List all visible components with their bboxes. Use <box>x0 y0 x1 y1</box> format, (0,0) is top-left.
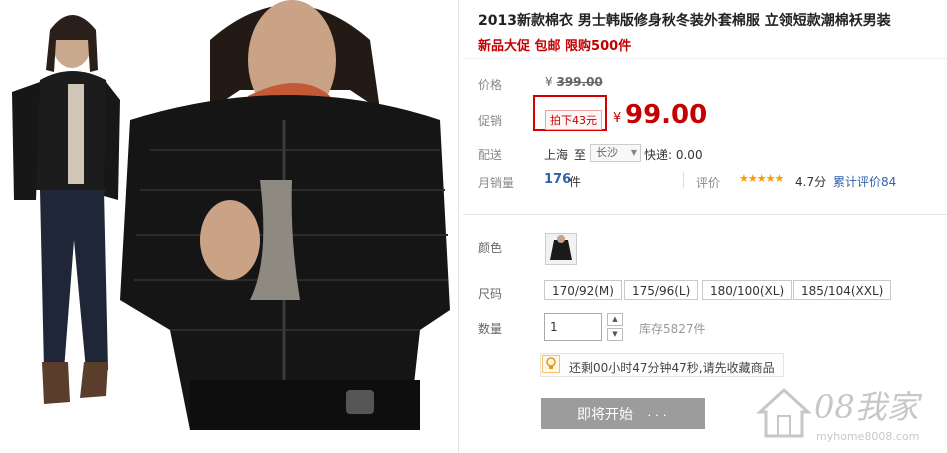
price-label: 价格 <box>478 78 503 92</box>
destination-value: 长沙 <box>596 146 618 159</box>
quantity-decrease-button[interactable]: ▼ <box>607 328 623 341</box>
size-option-m[interactable]: 170/92(M) <box>544 280 622 300</box>
coming-soon-label: 即将开始 <box>577 406 633 422</box>
shipping-label: 配送 <box>478 148 503 162</box>
jacket-model-image <box>12 0 450 430</box>
coming-soon-button[interactable]: 即将开始 ··· <box>541 398 705 429</box>
shipping-origin: 上海 <box>544 148 569 162</box>
promo-currency: ¥ <box>613 111 622 126</box>
color-label: 颜色 <box>478 241 503 255</box>
size-option-xxl[interactable]: 185/104(XXL) <box>793 280 892 300</box>
promo-label: 促销 <box>478 114 503 128</box>
lightbulb-icon <box>542 355 560 373</box>
sales-label: 月销量 <box>478 176 515 190</box>
reviews-link-text[interactable]: 累计评价84 <box>833 175 896 189</box>
side-model-figure <box>12 15 120 404</box>
color-swatch-black[interactable] <box>545 233 577 265</box>
shipping-to: 至 <box>574 148 587 162</box>
countdown-text: 还剩00小时47分钟47秒,请先收藏商品 <box>569 361 775 375</box>
watermark-url: myhome8008.com <box>816 430 920 443</box>
promo-price: 99.00 <box>625 100 708 130</box>
quantity-label: 数量 <box>478 322 503 336</box>
photo-divider <box>458 0 459 453</box>
watermark-text: 08我家 <box>814 388 919 426</box>
monthly-sales-unit: 件 <box>569 175 582 189</box>
size-option-l[interactable]: 175/96(L) <box>624 280 699 300</box>
chevron-down-icon: ▼ <box>630 148 637 157</box>
main-model-figure <box>120 0 450 430</box>
jacket-thumbnail-icon <box>546 234 576 264</box>
quantity-input[interactable] <box>544 313 602 341</box>
site-watermark: 08我家 myhome8008.com <box>754 376 944 450</box>
stats-separator <box>683 172 684 188</box>
product-subtitle: 新品大促 包邮 限购500件 <box>478 39 632 54</box>
rating-score: 4.7分 <box>795 175 827 189</box>
destination-select[interactable]: 长沙 ▼ <box>590 144 641 162</box>
rating-stars-icon: ★★★★★ <box>739 172 784 185</box>
product-title: 2013新款棉衣 男士韩版修身秋冬装外套棉服 立领短款潮棉袄男装 <box>478 13 891 29</box>
dots-icon: ··· <box>647 406 670 422</box>
size-option-xl[interactable]: 180/100(XL) <box>702 280 793 300</box>
shipping-express: 快递: 0.00 <box>644 148 703 162</box>
original-price: ¥ 399.00 <box>545 75 603 89</box>
reviews-link[interactable]: 累计评价84 <box>833 173 896 190</box>
size-label: 尺码 <box>478 287 503 301</box>
original-price-currency: ¥ <box>545 75 553 89</box>
product-photo[interactable] <box>0 0 458 453</box>
rating-label: 评价 <box>696 176 721 190</box>
stock-count: 库存5827件 <box>639 322 706 336</box>
section-divider <box>463 214 947 215</box>
promo-tag: 拍下43元 <box>545 110 602 130</box>
quantity-increase-button[interactable]: ▲ <box>607 313 623 326</box>
monthly-sales-count: 176 <box>544 172 572 187</box>
original-price-value: 399.00 <box>556 75 603 89</box>
